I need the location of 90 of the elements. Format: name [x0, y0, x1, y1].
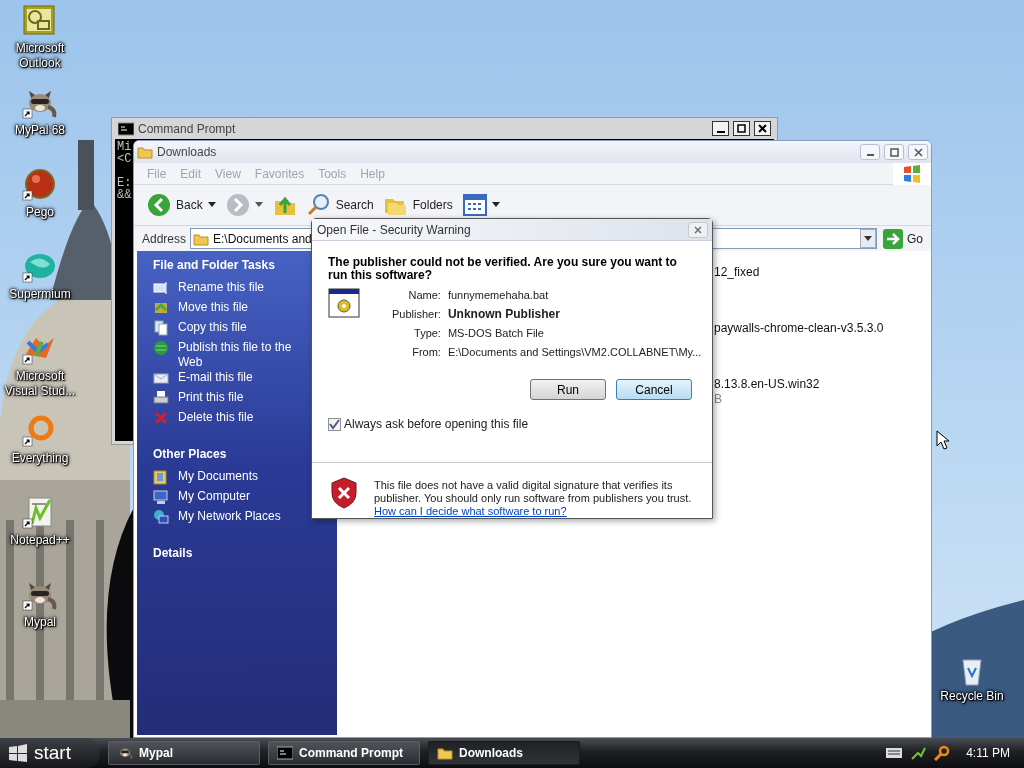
task-link[interactable]: My Network Places [153, 509, 311, 529]
shield-icon [330, 477, 358, 509]
close-icon [694, 225, 702, 234]
task-link[interactable]: Print this file [153, 390, 311, 410]
task-link[interactable]: Rename this file [153, 280, 311, 300]
help-link[interactable]: How can I decide what software to run? [374, 505, 696, 518]
task-link[interactable]: E-mail this file [153, 370, 311, 390]
close-button[interactable] [908, 144, 928, 160]
back-button[interactable]: Back [144, 191, 219, 219]
minimize-icon [716, 131, 725, 133]
globe-icon [153, 340, 169, 356]
task-link[interactable]: Publish this file to the Web [153, 340, 311, 370]
field-label: Type: [413, 326, 441, 341]
warning-text: This file does not have a valid digital signature that verifies its publisher. You should only run software from publishers you trust. [374, 479, 693, 505]
task-link[interactable]: Delete this file [153, 410, 311, 430]
caret-icon [491, 202, 500, 208]
close-icon [913, 147, 923, 157]
dialog-button[interactable]: Cancel [616, 379, 692, 400]
task-link[interactable]: My Computer [153, 489, 311, 509]
window-title: Downloads [157, 145, 218, 159]
views-icon [462, 194, 487, 216]
maximize-button[interactable] [733, 121, 750, 136]
close-button[interactable] [754, 121, 771, 136]
console-text: E: [117, 177, 132, 189]
ball-icon [22, 168, 58, 202]
file-detail: B [714, 392, 723, 407]
keyboard-icon[interactable] [886, 747, 903, 759]
field-label: From: [411, 345, 441, 360]
dialog-title: Open File - Security Warning [317, 222, 472, 237]
field-value: funnymemehaha.bat [447, 288, 550, 303]
windows-flag-icon [8, 744, 28, 762]
checkbox[interactable] [328, 417, 341, 431]
caret-icon [207, 202, 216, 208]
search-icon[interactable] [934, 745, 951, 761]
caret-icon [864, 235, 872, 242]
taskbar-button[interactable]: Command Prompt [268, 741, 420, 765]
section-title: Other Places [153, 447, 228, 461]
minimize-button[interactable] [712, 121, 729, 136]
dropdown-button[interactable] [860, 229, 876, 248]
console-text: <C [117, 153, 132, 165]
cross-icon [153, 410, 169, 426]
dialog-heading: The publisher could not be verified. Are you sure you want to run this software? [328, 256, 678, 282]
start-button[interactable]: start [0, 738, 100, 768]
field-value: MS-DOS Batch File [447, 326, 545, 341]
batch-file-icon [328, 288, 360, 318]
search-button[interactable]: Search [303, 191, 377, 219]
field-label: Name: [407, 288, 441, 303]
task-link[interactable]: Copy this file [153, 320, 311, 340]
file-name[interactable]: 12_fixed [714, 265, 931, 280]
console-text: && [117, 189, 132, 201]
desktop-shortcut[interactable]: Recycle Bin [930, 656, 1014, 704]
checkbox-label: Always ask before opening this file [344, 417, 529, 431]
ask-checkbox[interactable]: Always ask before opening this file [328, 417, 694, 431]
field-value: E:\Documents and Settings\VM2.COLLABNET\My... [447, 345, 702, 360]
cursor-icon [936, 430, 950, 450]
clock: 4:11 PM [966, 746, 1010, 760]
address-label: Address [142, 231, 187, 246]
window-icon [153, 280, 169, 296]
search-icon [306, 193, 331, 217]
file-name[interactable]: 8.13.8.en-US.win32 [714, 377, 931, 392]
console-icon [277, 745, 293, 761]
taskbar-button[interactable]: Mypal [108, 741, 260, 765]
folder-icon [437, 745, 453, 761]
check-icon [329, 418, 340, 430]
maximize-icon [737, 124, 746, 133]
console-text: Mi [117, 141, 132, 153]
field-label: Publisher: [392, 307, 441, 322]
dialog-button[interactable]: Run [530, 379, 606, 400]
window-title: Command Prompt [138, 121, 237, 136]
section-title: Details [153, 546, 194, 560]
computer-icon [153, 489, 169, 505]
folder-icon [137, 144, 153, 160]
task-link[interactable]: Move this file [153, 300, 311, 320]
calendar-icon [22, 4, 58, 38]
taskbar-button[interactable]: Downloads [428, 741, 580, 765]
minimize-button[interactable] [860, 144, 880, 160]
maximize-icon [889, 147, 899, 157]
field-value: Unknown Publisher [447, 307, 561, 322]
caret-icon [254, 202, 263, 208]
folder-icon [153, 469, 169, 485]
go-button[interactable]: Go [881, 228, 925, 249]
printer-icon [153, 390, 169, 406]
console-icon [118, 120, 134, 137]
minimize-icon [866, 154, 874, 156]
envelope-icon [153, 370, 169, 386]
file-name[interactable]: paywalls-chrome-clean-v3.5.3.0 [714, 321, 931, 336]
raccoon-icon [117, 745, 133, 761]
pages-icon [153, 320, 169, 336]
close-icon [758, 124, 767, 133]
task-link[interactable]: My Documents [153, 469, 311, 489]
